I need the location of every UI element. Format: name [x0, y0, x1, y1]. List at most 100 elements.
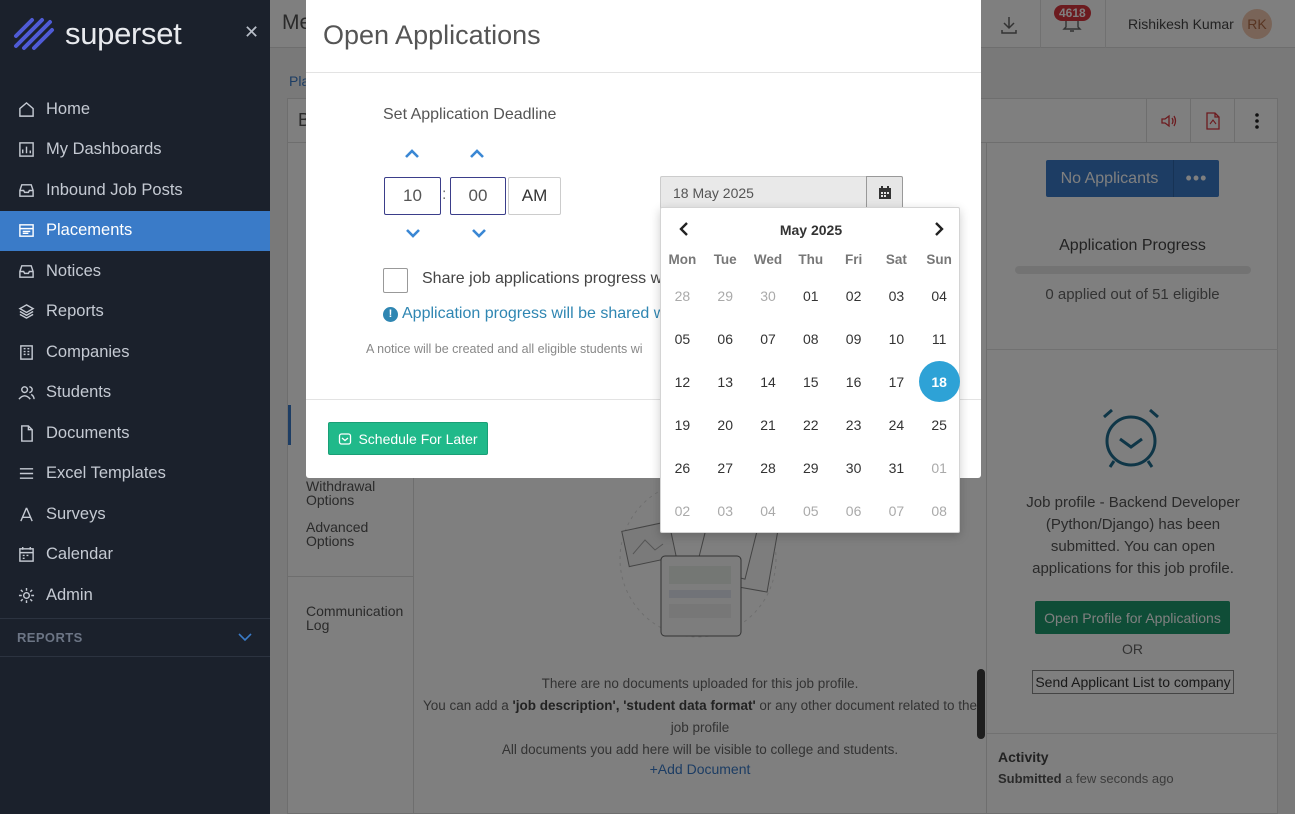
- schedule-for-later-button[interactable]: Schedule For Later: [328, 422, 488, 455]
- close-sidebar-icon[interactable]: ✕: [244, 22, 259, 43]
- calendar-day[interactable]: 17: [875, 374, 918, 390]
- hour-decrement-button[interactable]: [403, 225, 423, 241]
- calendar-weekday-row: Mon Tue Wed Thu Fri Sat Sun: [661, 244, 961, 274]
- calendar-day[interactable]: 04: [918, 288, 961, 304]
- open-calendar-button[interactable]: [866, 176, 903, 210]
- calendar-day[interactable]: 19: [661, 417, 704, 433]
- sidebar-item-documents[interactable]: Documents: [0, 413, 270, 454]
- deadline-date-input[interactable]: 18 May 2025: [660, 176, 867, 210]
- ampm-toggle[interactable]: AM: [508, 177, 561, 215]
- hour-input[interactable]: 10: [384, 177, 441, 215]
- calendar-day[interactable]: 16: [832, 374, 875, 390]
- calendar-day[interactable]: 27: [704, 460, 747, 476]
- sidebar-item-admin[interactable]: Admin: [0, 575, 270, 616]
- gear-icon: [17, 586, 35, 604]
- calendar-day[interactable]: 04: [747, 503, 790, 519]
- calendar-day[interactable]: 12: [661, 374, 704, 390]
- calendar-day[interactable]: 29: [704, 288, 747, 304]
- calendar-day[interactable]: 23: [832, 417, 875, 433]
- calendar-week-row: 26 27 28 29 30 31 01: [661, 446, 961, 489]
- list-icon: [17, 465, 35, 483]
- calendar-day[interactable]: 01: [918, 460, 961, 476]
- calendar-day[interactable]: 06: [704, 331, 747, 347]
- sidebar-item-students[interactable]: Students: [0, 373, 270, 414]
- deadline-label: Set Application Deadline: [383, 106, 557, 123]
- sidebar-item-notices[interactable]: Notices: [0, 251, 270, 292]
- calendar-week-row: 28 29 30 01 02 03 04: [661, 274, 961, 317]
- next-month-button[interactable]: [929, 219, 949, 239]
- share-progress-checkbox[interactable]: [383, 268, 408, 293]
- weekday-label: Sat: [885, 251, 907, 267]
- sidebar-item-reports[interactable]: Reports: [0, 292, 270, 333]
- inbox-icon: [17, 181, 35, 199]
- calendar-day[interactable]: 03: [875, 288, 918, 304]
- sidebar-item-placements[interactable]: Placements: [0, 210, 270, 251]
- calendar-day[interactable]: 30: [832, 460, 875, 476]
- sidebar-item-companies[interactable]: Companies: [0, 332, 270, 373]
- sidebar-item-surveys[interactable]: Surveys: [0, 494, 270, 535]
- calendar-day-selected[interactable]: 18: [918, 361, 961, 402]
- sidebar-item-label: Reports: [46, 302, 104, 321]
- calendar-day[interactable]: 02: [832, 288, 875, 304]
- calendar-day[interactable]: 01: [789, 288, 832, 304]
- calendar-grid: Mon Tue Wed Thu Fri Sat Sun 28 29 30 01 02 03 04 05 06 0…: [661, 244, 961, 532]
- dashboard-icon: [17, 141, 35, 159]
- calendar-day[interactable]: 20: [704, 417, 747, 433]
- notice-message: A notice will be created and all eligibl…: [366, 342, 643, 356]
- sidebar-nav: Home My Dashboards Inbound Job Posts Placem…: [0, 89, 270, 616]
- chevron-right-icon: [935, 222, 944, 236]
- share-info-message: ! Application progress will be shared w: [383, 305, 665, 323]
- calendar-week-row: 19 20 21 22 23 24 25: [661, 403, 961, 446]
- calendar-day[interactable]: 31: [875, 460, 918, 476]
- calendar-day[interactable]: 21: [747, 417, 790, 433]
- calendar-day[interactable]: 22: [789, 417, 832, 433]
- minute-decrement-button[interactable]: [469, 225, 489, 241]
- sidebar: superset ✕ Home My Dashboards Inbound Job …: [0, 0, 270, 814]
- sidebar-item-my-dashboards[interactable]: My Dashboards: [0, 130, 270, 171]
- calendar-icon: [878, 186, 891, 199]
- calendar-day[interactable]: 11: [918, 331, 961, 347]
- weekday-label: Sun: [926, 251, 952, 267]
- calendar-day[interactable]: 02: [661, 503, 704, 519]
- calendar-day[interactable]: 24: [875, 417, 918, 433]
- calendar-day[interactable]: 05: [789, 503, 832, 519]
- sidebar-section-reports[interactable]: REPORTS: [0, 618, 270, 657]
- calendar-day[interactable]: 14: [747, 374, 790, 390]
- weekday-label: Tue: [713, 251, 737, 267]
- calendar-day[interactable]: 05: [661, 331, 704, 347]
- sidebar-item-home[interactable]: Home: [0, 89, 270, 130]
- sidebar-item-inbound-job-posts[interactable]: Inbound Job Posts: [0, 170, 270, 211]
- calendar-day[interactable]: 26: [661, 460, 704, 476]
- calendar-day[interactable]: 08: [789, 331, 832, 347]
- notice-icon: [17, 262, 35, 280]
- minute-increment-button[interactable]: [467, 146, 487, 162]
- weekday-label: Wed: [753, 251, 783, 267]
- calendar-day[interactable]: 15: [789, 374, 832, 390]
- sidebar-item-label: Surveys: [46, 504, 106, 523]
- calendar-day[interactable]: 10: [875, 331, 918, 347]
- calendar-day[interactable]: 13: [704, 374, 747, 390]
- calendar-day[interactable]: 07: [875, 503, 918, 519]
- calendar-day[interactable]: 09: [832, 331, 875, 347]
- calendar-day[interactable]: 08: [918, 503, 961, 519]
- sidebar-item-calendar[interactable]: Calendar: [0, 535, 270, 576]
- brand[interactable]: superset: [12, 14, 182, 54]
- calendar-day[interactable]: 28: [747, 460, 790, 476]
- calendar-month-label[interactable]: May 2025: [661, 222, 961, 238]
- info-icon: !: [383, 306, 398, 322]
- users-icon: [17, 384, 35, 402]
- weekday-label: Thu: [798, 251, 824, 267]
- calendar-day[interactable]: 06: [832, 503, 875, 519]
- hour-increment-button[interactable]: [402, 146, 422, 162]
- calendar-day[interactable]: 28: [661, 288, 704, 304]
- calendar-day[interactable]: 30: [747, 288, 790, 304]
- calendar-day[interactable]: 03: [704, 503, 747, 519]
- calendar-week-row: 05 06 07 08 09 10 11: [661, 317, 961, 360]
- sidebar-item-label: Inbound Job Posts: [46, 180, 183, 199]
- calendar-day[interactable]: 29: [789, 460, 832, 476]
- minute-input[interactable]: 00: [450, 177, 506, 215]
- chevron-down-icon: [238, 633, 252, 642]
- calendar-day[interactable]: 07: [747, 331, 790, 347]
- sidebar-item-excel-templates[interactable]: Excel Templates: [0, 454, 270, 495]
- calendar-day[interactable]: 25: [918, 417, 961, 433]
